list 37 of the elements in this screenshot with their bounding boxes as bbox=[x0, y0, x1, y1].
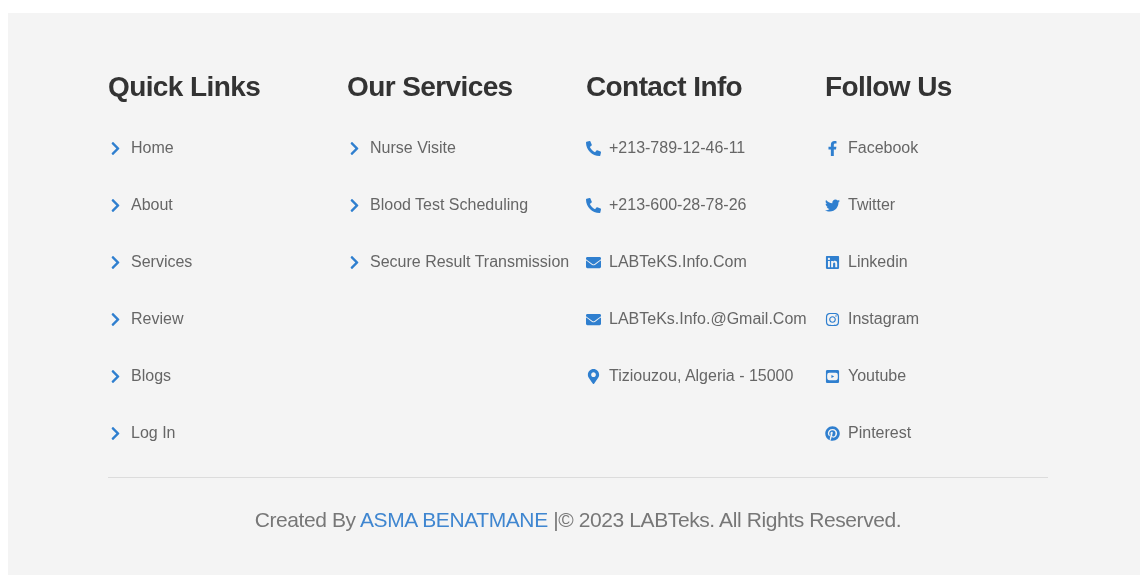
footer-link[interactable]: Tiziouzou, Algeria - 15000 bbox=[586, 365, 794, 387]
location-pin-icon bbox=[586, 368, 601, 384]
footer-link[interactable]: Log In bbox=[108, 422, 176, 444]
footer-link[interactable]: Blogs bbox=[108, 365, 172, 387]
phone-icon bbox=[586, 197, 601, 213]
footer-link[interactable]: Home bbox=[108, 137, 174, 159]
phone-icon bbox=[586, 140, 601, 156]
footer-link[interactable]: About bbox=[108, 194, 173, 216]
youtube-icon bbox=[825, 368, 840, 384]
footer-link[interactable]: Nurse Visite bbox=[347, 137, 456, 159]
instagram-icon bbox=[825, 311, 840, 327]
footer-link[interactable]: Pinterest bbox=[825, 422, 912, 444]
footer-link[interactable]: Youtube bbox=[825, 365, 907, 387]
envelope-icon bbox=[586, 311, 601, 327]
footer-link[interactable]: LABTeKs.Info.@Gmail.Com bbox=[586, 308, 807, 330]
footer-link[interactable]: Secure Result Transmission bbox=[347, 251, 570, 273]
footer-link[interactable]: Linkedin bbox=[825, 251, 908, 273]
footer-link[interactable]: +213-789-12-46-11 bbox=[586, 137, 746, 159]
footer-link[interactable]: Review bbox=[108, 308, 184, 330]
pinterest-icon bbox=[825, 425, 840, 441]
column-heading: Our Services bbox=[347, 70, 514, 104]
linkedin-icon bbox=[825, 254, 840, 270]
column-heading: Quick Links bbox=[108, 70, 262, 104]
footer-link[interactable]: Blood Test Scheduling bbox=[347, 194, 529, 216]
footer-link[interactable]: LABTeKS.Info.Com bbox=[586, 251, 747, 273]
twitter-icon bbox=[825, 197, 840, 213]
copyright-text: Created By ASMA BENATMANE |© 2023 LABTeks. All Rights Reserved. bbox=[253, 508, 903, 532]
column-heading: Contact Info bbox=[586, 70, 744, 104]
facebook-icon bbox=[825, 140, 840, 156]
envelope-icon bbox=[586, 254, 601, 270]
footer-link[interactable]: Twitter bbox=[825, 194, 896, 216]
footer-link[interactable]: Instagram bbox=[825, 308, 920, 330]
footer-link[interactable]: Services bbox=[108, 251, 193, 273]
author-link[interactable]: ASMA BENATMANE bbox=[360, 508, 548, 531]
footer-link[interactable]: Facebook bbox=[825, 137, 919, 159]
column-heading: Follow Us bbox=[825, 70, 953, 104]
footer-link[interactable]: +213-600-28-78-26 bbox=[586, 194, 747, 216]
